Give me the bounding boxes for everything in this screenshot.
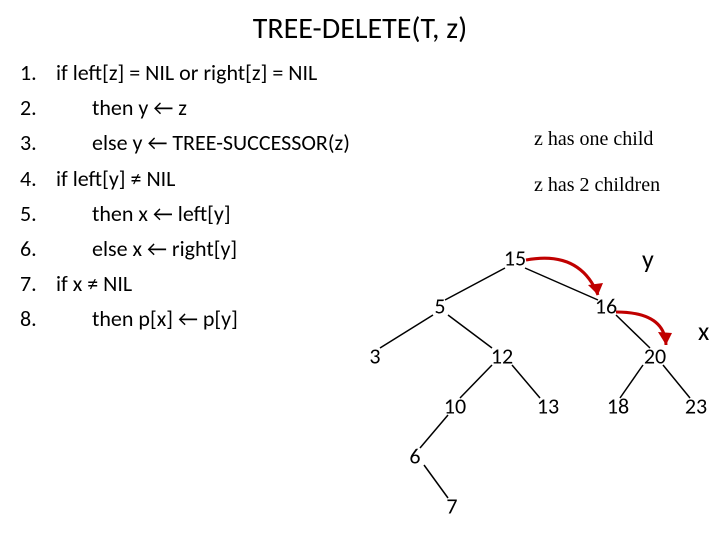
step-1: 1.if left[z] = NIL or right[z] = NIL bbox=[20, 55, 700, 90]
tree-diagram: 15 5 16 3 12 20 10 13 18 23 6 7 y x bbox=[320, 240, 720, 540]
step-num: 8. bbox=[20, 301, 56, 336]
step-num: 3. bbox=[20, 125, 56, 160]
step-5: 5.then x ← left[y] bbox=[20, 196, 700, 231]
step-num: 4. bbox=[20, 161, 56, 196]
annotation-one-child: z has one child bbox=[534, 128, 653, 151]
node-20: 20 bbox=[644, 342, 666, 369]
node-13: 13 bbox=[537, 392, 559, 419]
step-num: 6. bbox=[20, 231, 56, 266]
step-text: if left[z] = NIL or right[z] = NIL bbox=[56, 55, 700, 90]
step-num: 5. bbox=[20, 196, 56, 231]
node-6: 6 bbox=[409, 442, 420, 469]
step-text: then x ← left[y] bbox=[56, 196, 700, 231]
step-text: then y ← z bbox=[56, 90, 700, 125]
node-12: 12 bbox=[491, 342, 513, 369]
node-7: 7 bbox=[446, 492, 457, 519]
node-15: 15 bbox=[504, 244, 526, 271]
node-3: 3 bbox=[369, 342, 380, 369]
node-18: 18 bbox=[607, 392, 629, 419]
label-x: x bbox=[698, 315, 709, 347]
page-title: TREE-DELETE(T, z) bbox=[20, 10, 700, 47]
step-2: 2.then y ← z bbox=[20, 90, 700, 125]
node-10: 10 bbox=[444, 392, 466, 419]
step-num: 2. bbox=[20, 90, 56, 125]
node-16: 16 bbox=[595, 292, 617, 319]
label-y: y bbox=[642, 243, 654, 275]
node-23: 23 bbox=[685, 392, 707, 419]
step-num: 7. bbox=[20, 266, 56, 301]
annotation-two-child: z has 2 children bbox=[534, 174, 660, 197]
step-num: 1. bbox=[20, 55, 56, 90]
node-5: 5 bbox=[434, 292, 445, 319]
